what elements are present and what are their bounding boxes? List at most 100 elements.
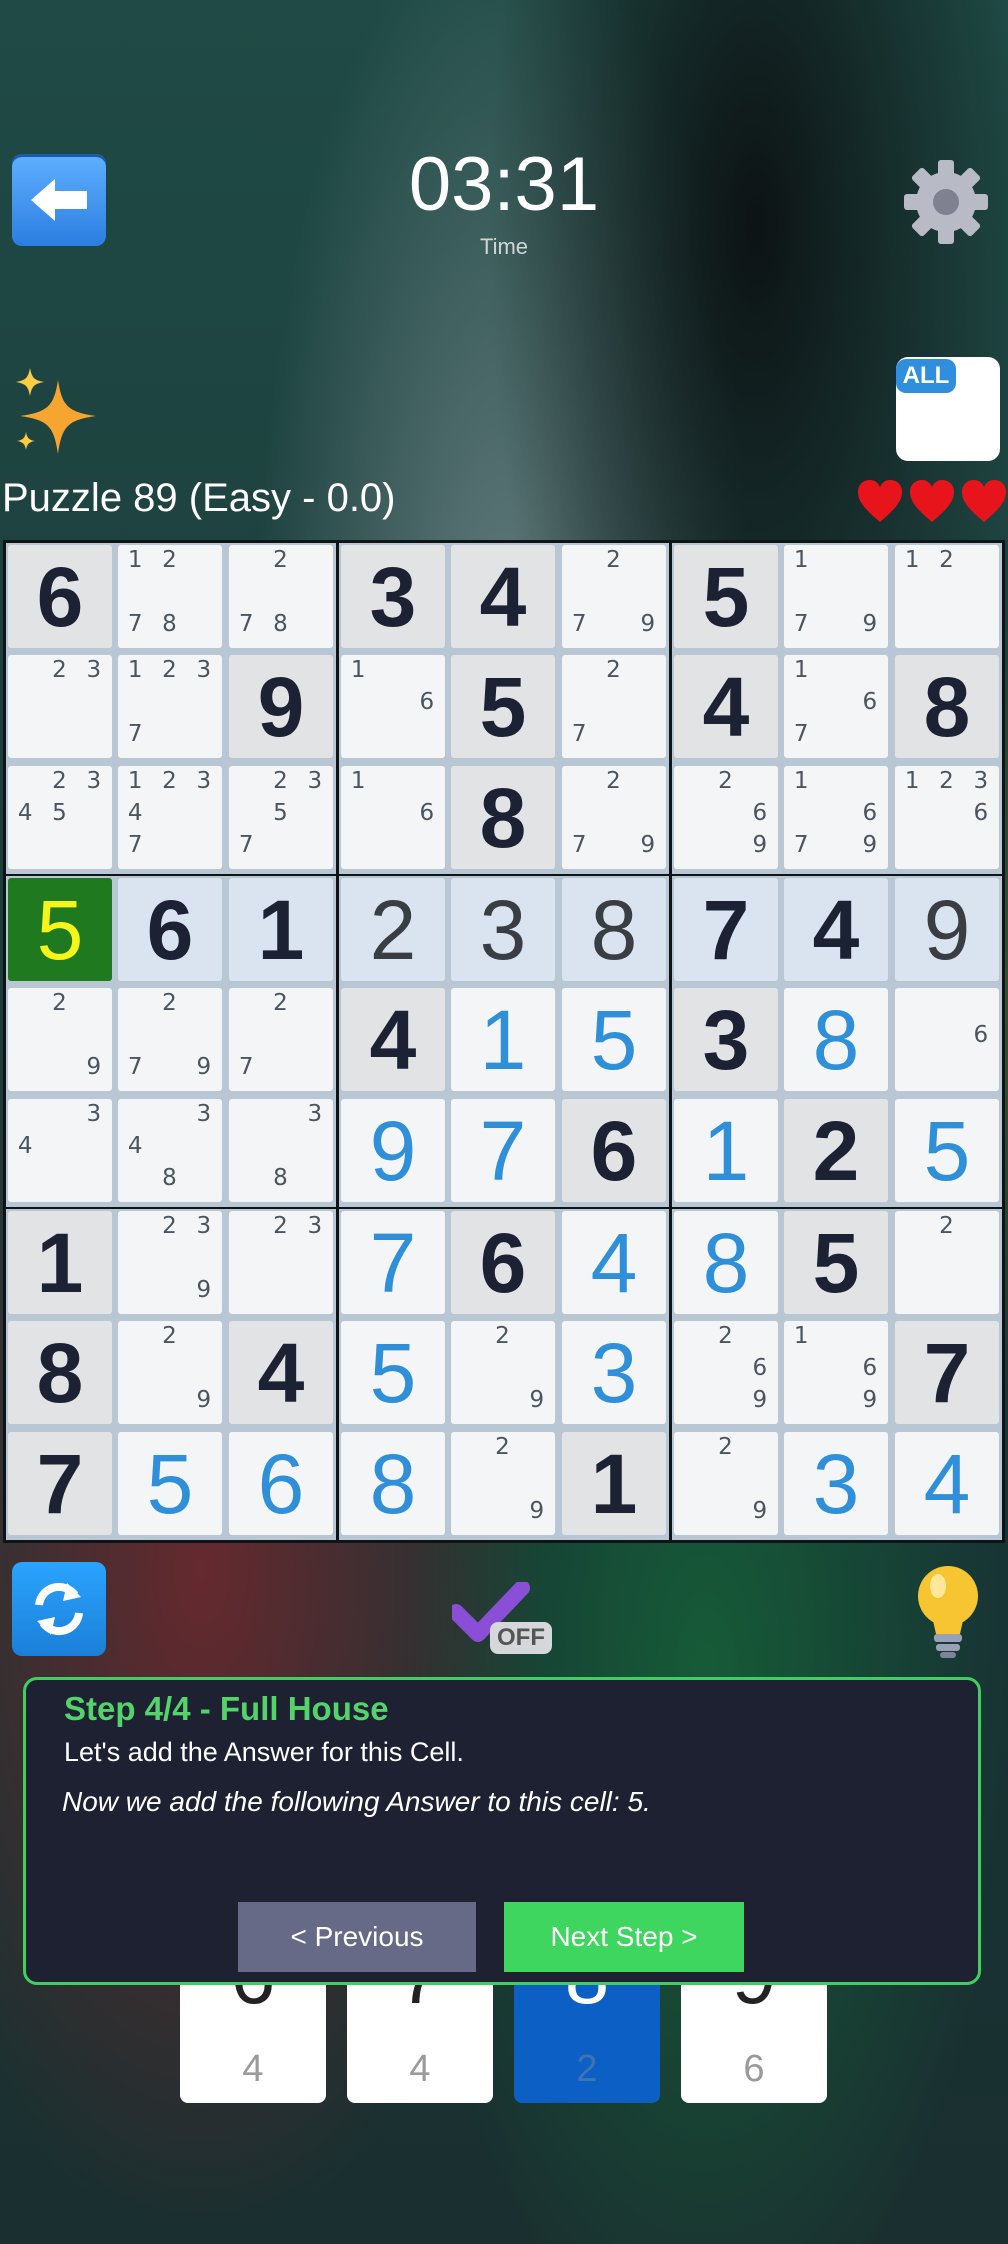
candidate-note: 2 xyxy=(273,1213,288,1239)
cell-value: 6 xyxy=(36,549,84,644)
board-cell-r8c5[interactable]: 29 xyxy=(451,1321,555,1424)
board-cell-r7c9[interactable]: 2 xyxy=(895,1211,999,1314)
board-cell-r8c4[interactable]: 5 xyxy=(341,1321,445,1424)
board-cell-r4c9[interactable]: 9 xyxy=(895,878,999,981)
board-cell-r8c2[interactable]: 29 xyxy=(118,1321,222,1424)
board-cell-r4c2[interactable]: 6 xyxy=(118,878,222,981)
board-cell-r2c7[interactable]: 4 xyxy=(674,655,778,758)
board-cell-r5c7[interactable]: 3 xyxy=(674,988,778,1091)
board-cell-r2c3[interactable]: 9 xyxy=(229,655,333,758)
board-cell-r2c4[interactable]: 16 xyxy=(341,655,445,758)
board-cell-r9c1[interactable]: 7 xyxy=(8,1432,112,1535)
board-cell-r9c4[interactable]: 8 xyxy=(341,1432,445,1535)
board-cell-r7c1[interactable]: 1 xyxy=(8,1211,112,1314)
board-cell-r3c3[interactable]: 2357 xyxy=(229,766,333,869)
back-button[interactable] xyxy=(12,154,106,246)
board-cell-r9c3[interactable]: 6 xyxy=(229,1432,333,1535)
board-cell-r4c8[interactable]: 4 xyxy=(784,878,888,981)
board-cell-r1c9[interactable]: 12 xyxy=(895,545,999,648)
board-cell-r1c5[interactable]: 4 xyxy=(451,545,555,648)
restart-button[interactable] xyxy=(12,1562,106,1656)
board-cell-r4c7[interactable]: 7 xyxy=(674,878,778,981)
board-cell-r7c7[interactable]: 8 xyxy=(674,1211,778,1314)
board-cell-r3c4[interactable]: 16 xyxy=(341,766,445,869)
board-cell-r5c3[interactable]: 27 xyxy=(229,988,333,1091)
board-cell-r8c7[interactable]: 26 9 xyxy=(674,1321,778,1424)
board-cell-r1c4[interactable]: 3 xyxy=(341,545,445,648)
board-cell-r5c2[interactable]: 2 7 9 xyxy=(118,988,222,1091)
board-cell-r5c4[interactable]: 4 xyxy=(341,988,445,1091)
board-cell-r9c2[interactable]: 5 xyxy=(118,1432,222,1535)
board-cell-r7c4[interactable]: 7 xyxy=(341,1211,445,1314)
settings-button[interactable] xyxy=(898,154,994,250)
board-cell-r5c9[interactable]: 6 xyxy=(895,988,999,1091)
board-cell-r5c5[interactable]: 1 xyxy=(451,988,555,1091)
board-cell-r3c5[interactable]: 8 xyxy=(451,766,555,869)
candidate-note: 2 xyxy=(606,657,621,683)
board-cell-r1c7[interactable]: 5 xyxy=(674,545,778,648)
board-cell-r6c6[interactable]: 6 xyxy=(562,1099,666,1202)
board-cell-r9c9[interactable]: 4 xyxy=(895,1432,999,1535)
board-cell-r8c8[interactable]: 1 6 9 xyxy=(784,1321,888,1424)
board-cell-r2c5[interactable]: 5 xyxy=(451,655,555,758)
board-cell-r1c1[interactable]: 6 xyxy=(8,545,112,648)
board-cell-r4c4[interactable]: 2 xyxy=(341,878,445,981)
board-cell-r9c6[interactable]: 1 xyxy=(562,1432,666,1535)
timer: 03:31 xyxy=(408,142,600,227)
board-cell-r7c6[interactable]: 4 xyxy=(562,1211,666,1314)
board-cell-r7c5[interactable]: 6 xyxy=(451,1211,555,1314)
board-cell-r4c6[interactable]: 8 xyxy=(562,878,666,981)
board-cell-r3c2[interactable]: 123 4 7 xyxy=(118,766,222,869)
board-cell-r6c1[interactable]: 34 xyxy=(8,1099,112,1202)
board-cell-r3c8[interactable]: 1679 xyxy=(784,766,888,869)
board-cell-r8c6[interactable]: 3 xyxy=(562,1321,666,1424)
board-cell-r6c9[interactable]: 5 xyxy=(895,1099,999,1202)
board-cell-r1c2[interactable]: 12 78 xyxy=(118,545,222,648)
board-cell-r1c3[interactable]: 2 78 xyxy=(229,545,333,648)
board-cell-r5c1[interactable]: 29 xyxy=(8,988,112,1091)
magic-button[interactable] xyxy=(8,362,108,462)
board-cell-r6c4[interactable]: 9 xyxy=(341,1099,445,1202)
board-cell-r2c9[interactable]: 8 xyxy=(895,655,999,758)
board-cell-r2c6[interactable]: 27 xyxy=(562,655,666,758)
board-cell-r3c9[interactable]: 123 6 xyxy=(895,766,999,869)
candidate-note: 7 xyxy=(127,1054,143,1080)
board-cell-r9c8[interactable]: 3 xyxy=(784,1432,888,1535)
auto-check-toggle[interactable]: OFF xyxy=(448,1580,562,1658)
board-cell-r7c8[interactable]: 5 xyxy=(784,1211,888,1314)
next-step-button[interactable]: Next Step > xyxy=(504,1902,744,1972)
board-cell-r8c3[interactable]: 4 xyxy=(229,1321,333,1424)
board-cell-r6c8[interactable]: 2 xyxy=(784,1099,888,1202)
board-cell-r5c8[interactable]: 8 xyxy=(784,988,888,1091)
board-cell-r8c9[interactable]: 7 xyxy=(895,1321,999,1424)
board-cell-r2c2[interactable]: 123 7 xyxy=(118,655,222,758)
board-cell-r2c1[interactable]: 23 xyxy=(8,655,112,758)
board-cell-r7c3[interactable]: 23 xyxy=(229,1211,333,1314)
board-cell-r1c8[interactable]: 1 7 9 xyxy=(784,545,888,648)
board-cell-r3c6[interactable]: 2 7 9 xyxy=(562,766,666,869)
board-cell-r6c2[interactable]: 3 48 xyxy=(118,1099,222,1202)
candidate-note: 3 xyxy=(196,657,212,683)
board-cell-r4c5[interactable]: 3 xyxy=(451,878,555,981)
board-cell-r6c7[interactable]: 1 xyxy=(674,1099,778,1202)
hint-button[interactable] xyxy=(908,1560,988,1660)
board-cell-r8c1[interactable]: 8 xyxy=(8,1321,112,1424)
cell-value: 1 xyxy=(590,1436,638,1531)
board-cell-r9c7[interactable]: 29 xyxy=(674,1432,778,1535)
board-cell-r4c1[interactable]: 5 xyxy=(8,878,112,981)
cell-value: 5 xyxy=(923,1103,971,1198)
board-cell-r3c1[interactable]: 23 45 xyxy=(8,766,112,869)
board-cell-r9c5[interactable]: 29 xyxy=(451,1432,555,1535)
board-cell-r7c2[interactable]: 23 9 xyxy=(118,1211,222,1314)
board-cell-r1c6[interactable]: 2 7 9 xyxy=(562,545,666,648)
show-all-notes-button[interactable]: ALL xyxy=(896,357,1000,461)
hint-instruction: Let's add the Answer for this Cell. xyxy=(64,1737,464,1767)
board-cell-r6c3[interactable]: 38 xyxy=(229,1099,333,1202)
candidate-note: 2 xyxy=(718,1323,733,1349)
board-cell-r4c3[interactable]: 1 xyxy=(229,878,333,981)
board-cell-r6c5[interactable]: 7 xyxy=(451,1099,555,1202)
previous-step-button[interactable]: < Previous xyxy=(238,1902,476,1972)
board-cell-r5c6[interactable]: 5 xyxy=(562,988,666,1091)
board-cell-r2c8[interactable]: 1 6 7 xyxy=(784,655,888,758)
board-cell-r3c7[interactable]: 26 9 xyxy=(674,766,778,869)
